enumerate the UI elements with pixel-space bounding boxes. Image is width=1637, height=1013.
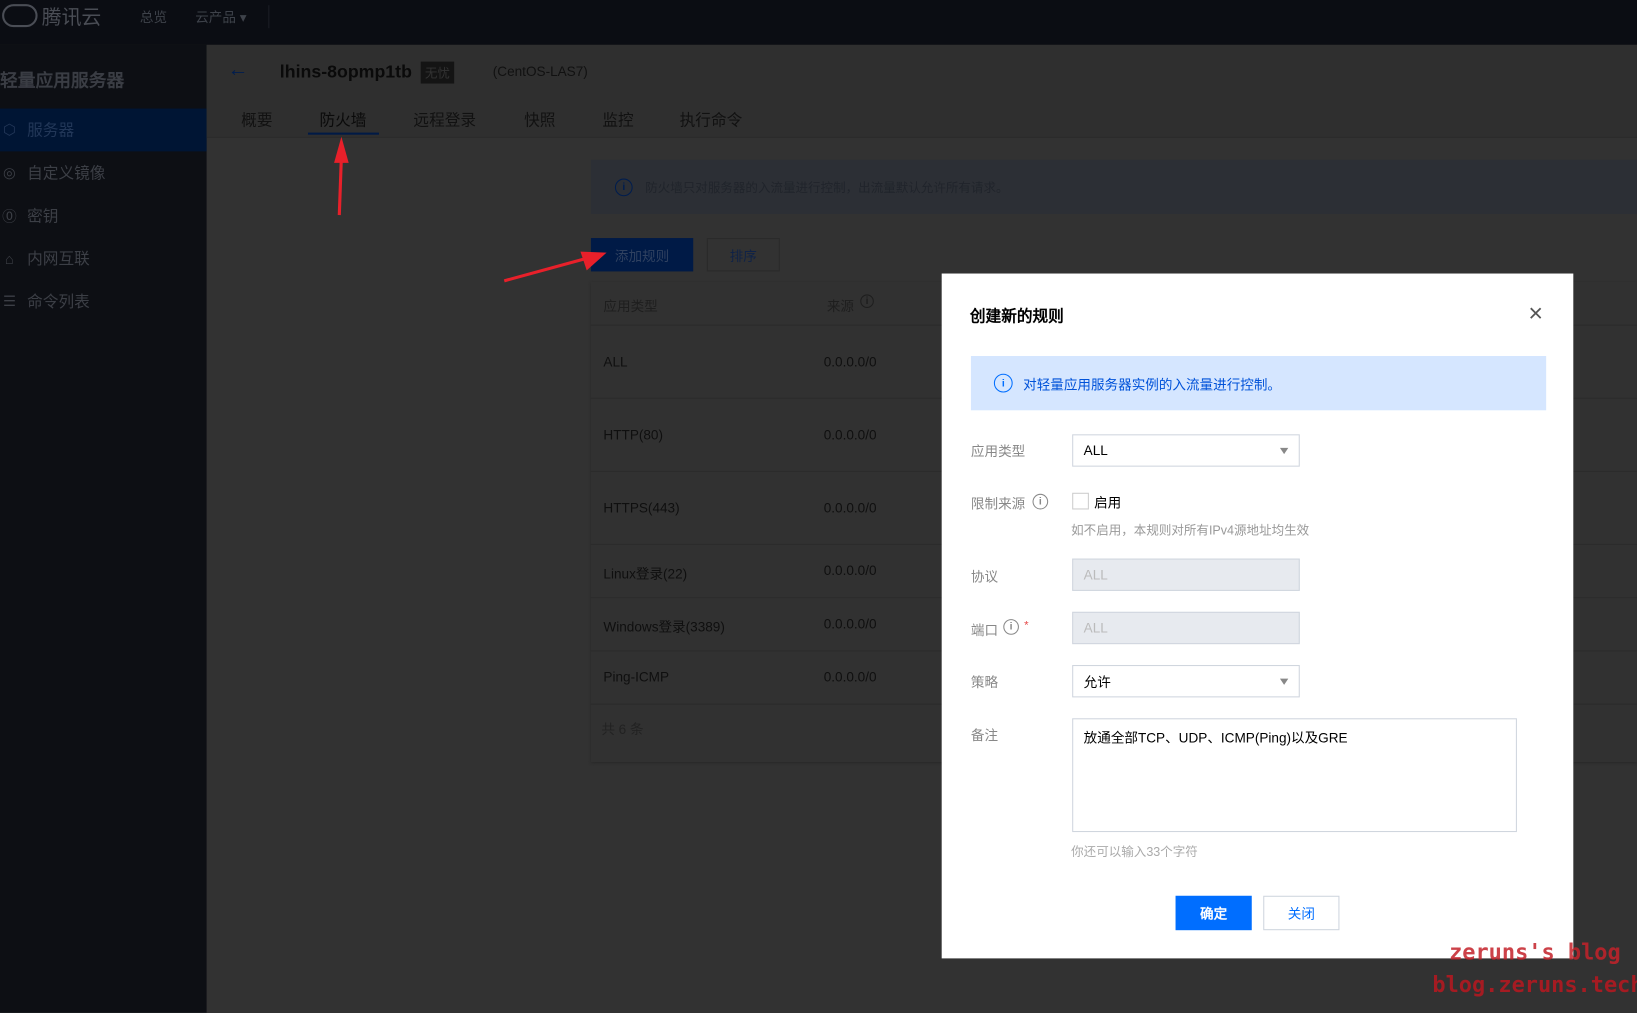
info-icon[interactable]: i: [1032, 493, 1049, 510]
policy-label: 策略: [970, 674, 999, 691]
char-count-hint: 你还可以输入33个字符: [1071, 844, 1198, 860]
select-value: 允许: [1083, 674, 1111, 691]
note-textarea[interactable]: 放通全部TCP、UDP、ICMP(Ping)以及GRE: [1072, 718, 1517, 833]
note-value: 放通全部TCP、UDP、ICMP(Ping)以及GRE: [1083, 729, 1348, 746]
watermark-blog-name: zeruns's blog: [1449, 939, 1621, 965]
app-type-select[interactable]: ALL: [1072, 434, 1300, 467]
info-icon: i: [993, 373, 1013, 393]
required-mark: *: [1024, 619, 1029, 632]
info-text: 对轻量应用服务器实例的入流量进行控制。: [1023, 376, 1282, 393]
field-value: ALL: [1083, 566, 1108, 583]
arrow-to-add-rule: [503, 251, 607, 283]
watermark-url: blog.zeruns.tech: [1432, 971, 1637, 998]
arrow-to-firewall-tab: [334, 136, 349, 216]
protocol-label: 协议: [970, 568, 999, 585]
info-icon[interactable]: i: [1003, 619, 1019, 635]
app-type-label: 应用类型: [970, 443, 1026, 460]
restrict-source-checkbox[interactable]: [1072, 492, 1089, 510]
close-button[interactable]: 关闭: [1263, 895, 1340, 931]
restrict-hint: 如不启用，本规则对所有IPv4源地址均生效: [1071, 523, 1310, 538]
policy-select[interactable]: 允许: [1072, 665, 1300, 698]
chevron-down-icon: [1279, 678, 1289, 685]
port-field: ALL: [1072, 611, 1300, 645]
port-label: 端口: [970, 622, 999, 638]
close-icon[interactable]: ×: [1528, 301, 1543, 327]
chevron-down-icon: [1279, 447, 1289, 455]
select-value: ALL: [1083, 442, 1108, 459]
field-value: ALL: [1083, 620, 1108, 636]
restrict-source-label: 限制来源: [970, 495, 1026, 512]
note-label: 备注: [970, 727, 999, 744]
confirm-button[interactable]: 确定: [1175, 895, 1252, 931]
dialog-title: 创建新的规则: [969, 307, 1064, 326]
protocol-field: ALL: [1072, 558, 1300, 591]
checkbox-label[interactable]: 启用: [1094, 492, 1121, 512]
create-rule-dialog: 创建新的规则 × i 对轻量应用服务器实例的入流量进行控制。 应用类型 ALL …: [941, 273, 1574, 959]
dialog-info-banner: i 对轻量应用服务器实例的入流量进行控制。: [970, 356, 1547, 411]
